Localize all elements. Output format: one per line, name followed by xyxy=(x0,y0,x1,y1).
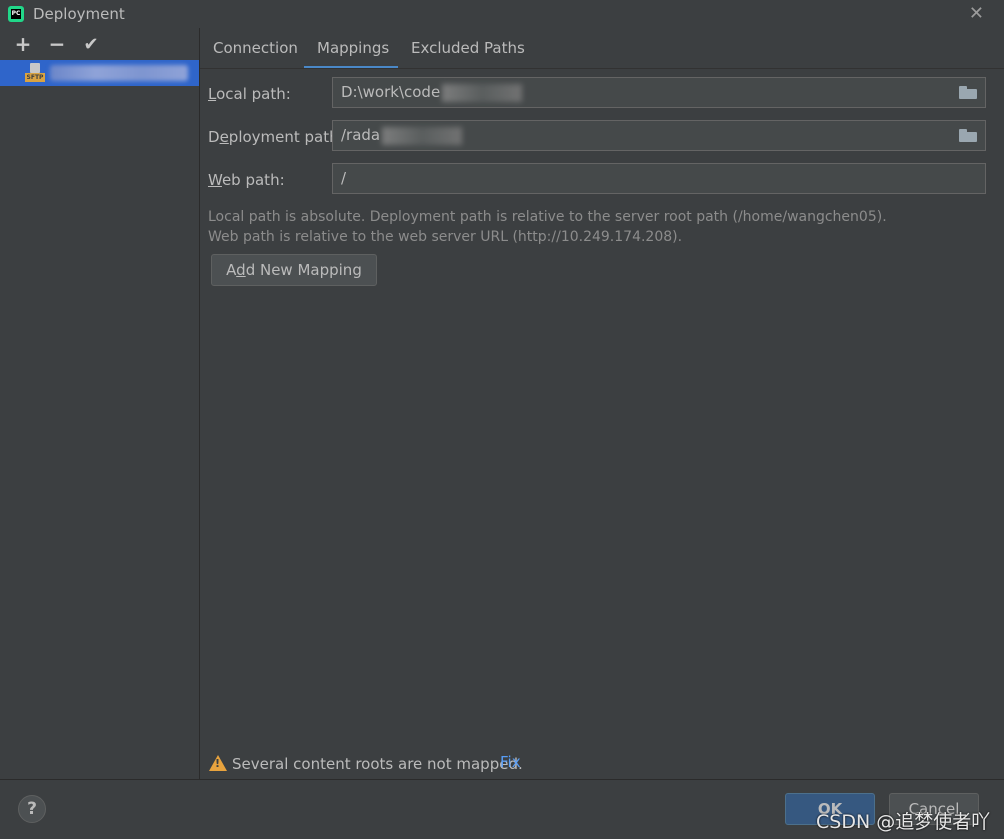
fix-link[interactable]: Fix xyxy=(500,753,521,771)
server-toolbar: + − ✔ xyxy=(0,28,199,60)
sftp-server-icon: SFTP xyxy=(25,63,45,83)
local-path-value: D:\work\code xyxy=(341,83,441,101)
server-name-redacted xyxy=(50,65,188,81)
sftp-badge: SFTP xyxy=(25,73,45,82)
web-path-value: / xyxy=(341,169,347,187)
add-server-button[interactable]: + xyxy=(6,32,40,56)
local-path-field[interactable]: D:\work\code xyxy=(332,77,986,108)
pycharm-icon-text: PC xyxy=(11,9,21,19)
web-path-field[interactable]: / xyxy=(332,163,986,194)
deployment-path-value: /rada xyxy=(341,126,381,144)
path-help-line-1: Local path is absolute. Deployment path … xyxy=(208,209,887,225)
redacted-text xyxy=(442,83,523,102)
local-path-label: Local path: xyxy=(208,85,291,103)
browse-folder-icon[interactable] xyxy=(959,129,977,142)
web-path-label: Web path: xyxy=(208,171,285,189)
pycharm-icon: PC xyxy=(8,6,24,22)
browse-folder-icon[interactable] xyxy=(959,86,977,99)
server-list-panel: + − ✔ SFTP xyxy=(0,28,200,779)
tab-excluded-paths[interactable]: Excluded Paths xyxy=(411,39,525,57)
set-default-button[interactable]: ✔ xyxy=(74,34,108,55)
help-button[interactable]: ? xyxy=(18,795,46,823)
tab-connection[interactable]: Connection xyxy=(213,39,298,57)
server-list-item[interactable]: SFTP xyxy=(0,60,199,86)
remove-server-button[interactable]: − xyxy=(40,32,74,56)
deployment-path-label: Deployment path: xyxy=(208,128,344,146)
redacted-text xyxy=(382,126,463,145)
title-bar: PC Deployment ✕ xyxy=(0,0,1004,28)
path-help-line-2: Web path is relative to the web server U… xyxy=(208,229,683,245)
tab-mappings[interactable]: Mappings xyxy=(317,39,389,57)
tab-divider xyxy=(200,68,1004,69)
warning-message: Several content roots are not mapped. xyxy=(232,755,523,773)
add-new-mapping-button[interactable]: Add New Mapping xyxy=(211,254,377,286)
csdn-watermark: CSDN @追梦使者吖 xyxy=(816,811,991,833)
deployment-path-field[interactable]: /rada xyxy=(332,120,986,151)
close-icon[interactable]: ✕ xyxy=(969,3,984,24)
footer-divider xyxy=(0,779,1004,780)
window-title: Deployment xyxy=(33,5,125,23)
